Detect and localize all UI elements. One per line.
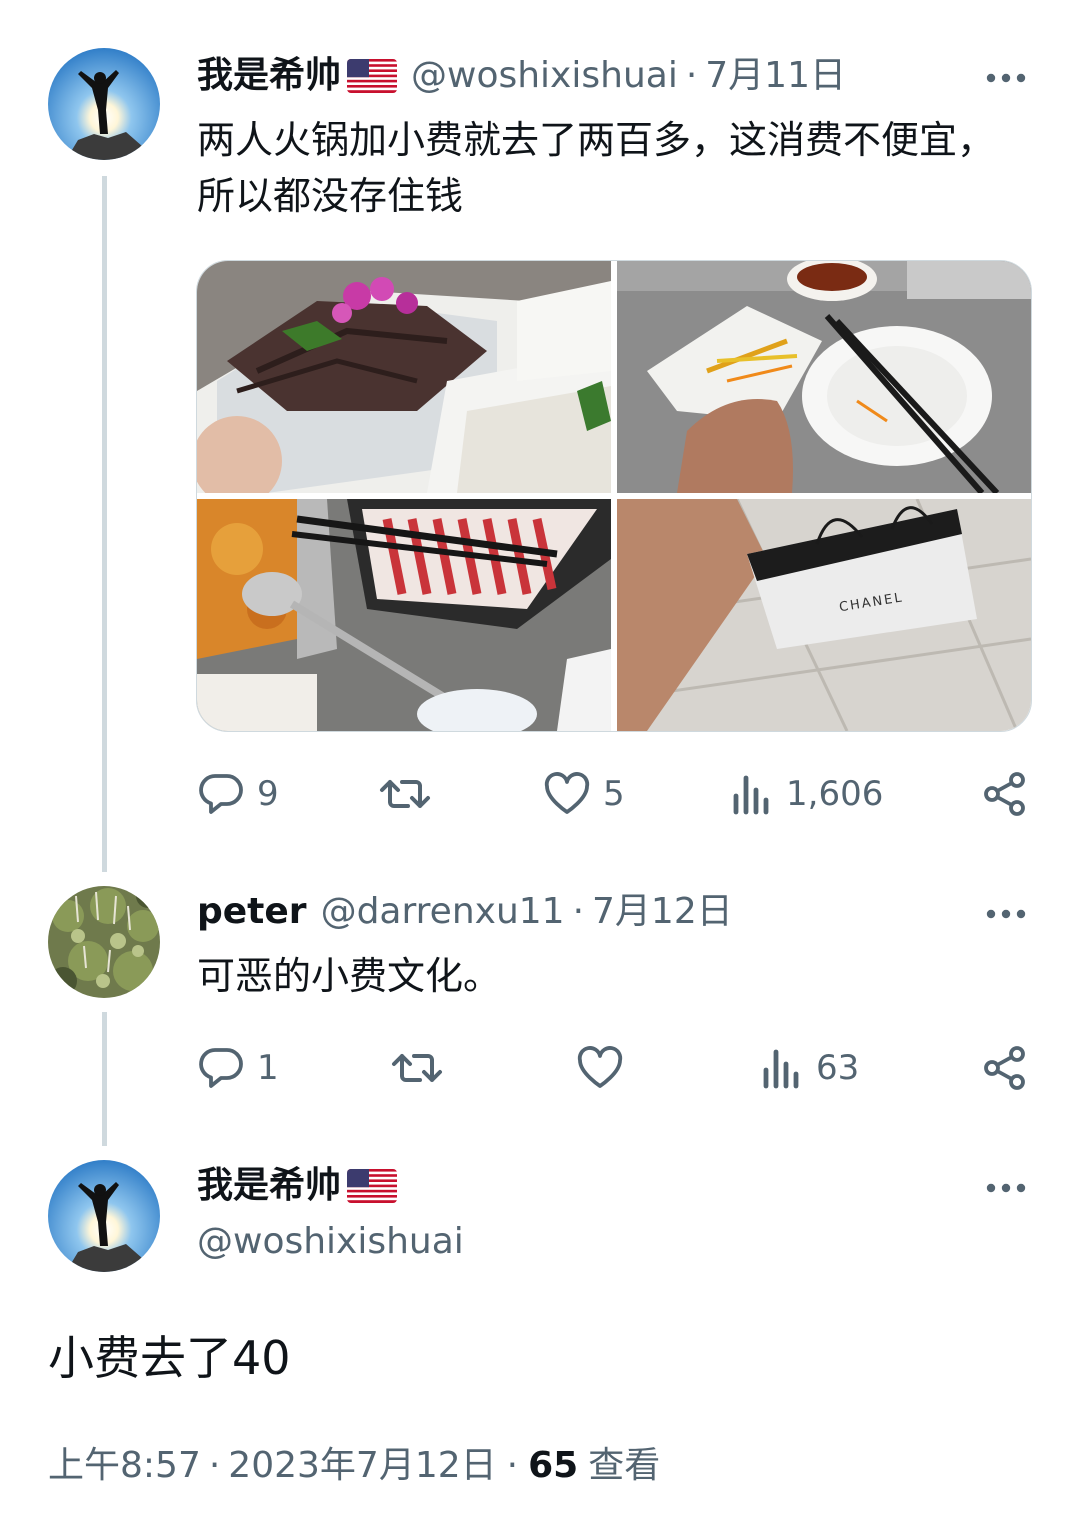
share-button[interactable] [982,766,1028,822]
views-label: 查看 [588,1445,661,1486]
views-count: 63 [816,1048,860,1088]
thread-line [102,176,107,872]
views-icon [733,775,769,815]
post-date[interactable]: 7月12日 [592,890,733,934]
separator: · [506,1445,519,1486]
media-image-beef[interactable] [197,261,611,493]
separator: · [572,891,585,932]
post-metadata: 上午8:57 · 2023年7月12日 · 65 查看 [48,1442,660,1490]
views-button[interactable]: 1,606 [730,766,883,822]
thread-line [102,1012,107,1146]
retweet-button[interactable] [378,766,444,822]
views-icon [763,1049,799,1089]
reply-icon [199,774,243,814]
post-header: peter @darrenxu11 · 7月12日 [197,890,733,934]
post-time[interactable]: 上午8:57 [48,1442,201,1490]
us-flag-icon [347,1169,398,1203]
share-icon [984,1046,1025,1090]
username-handle[interactable]: @woshixishuai [197,1220,464,1264]
retweet-button[interactable] [390,1040,456,1096]
retweet-icon [392,1054,442,1082]
display-name[interactable]: peter [197,890,307,934]
like-button[interactable]: 5 [543,766,625,822]
post-date[interactable]: 7月11日 [705,54,846,98]
retweet-icon [380,780,430,808]
heart-icon [577,1046,623,1088]
share-button[interactable] [982,1040,1028,1096]
author-name-line: 我是希帅 [197,1164,411,1208]
more-horizontal-icon[interactable] [984,56,1028,100]
media-image-hotpot[interactable] [197,499,611,731]
post-text: 两人火锅加小费就去了两百多，这消费不便宜，所以都没存住钱 [197,118,996,218]
views-count: 1,606 [786,774,884,814]
display-name[interactable]: 我是希帅 [197,1164,341,1208]
avatar[interactable] [48,886,160,998]
reply-count: 9 [257,774,279,814]
post-full-date[interactable]: 2023年7月12日 [228,1442,496,1490]
more-horizontal-icon[interactable] [984,892,1028,936]
avatar[interactable] [48,1160,160,1272]
heart-icon [544,772,590,814]
username-handle[interactable]: @darrenxu11 [321,890,565,934]
media-image-shopping-bag[interactable]: CHANEL [617,499,1031,731]
post-header: 我是希帅 @woshixishuai · 7月11日 [197,54,846,98]
share-icon [984,772,1025,816]
avatar[interactable] [48,48,160,160]
view-count: 65 [528,1445,579,1486]
media-image-plates[interactable] [617,261,1031,493]
separator: · [685,55,698,96]
more-horizontal-icon[interactable] [984,1166,1028,1210]
reply-icon [199,1048,243,1088]
views-button[interactable]: 63 [760,1040,859,1096]
like-button[interactable] [576,1040,636,1096]
display-name[interactable]: 我是希帅 [197,54,341,98]
reply-button[interactable]: 9 [197,766,279,822]
us-flag-icon [347,59,398,93]
reply-button[interactable]: 1 [197,1040,279,1096]
username-handle[interactable]: @woshixishuai [411,54,678,98]
separator: · [208,1445,221,1486]
main-post-text: 小费去了40 [48,1331,291,1385]
reply-count: 1 [257,1048,279,1088]
post-text: 可恶的小费文化。 [197,954,502,998]
like-count: 5 [603,774,625,814]
media-grid[interactable]: CHANEL [196,260,1032,732]
